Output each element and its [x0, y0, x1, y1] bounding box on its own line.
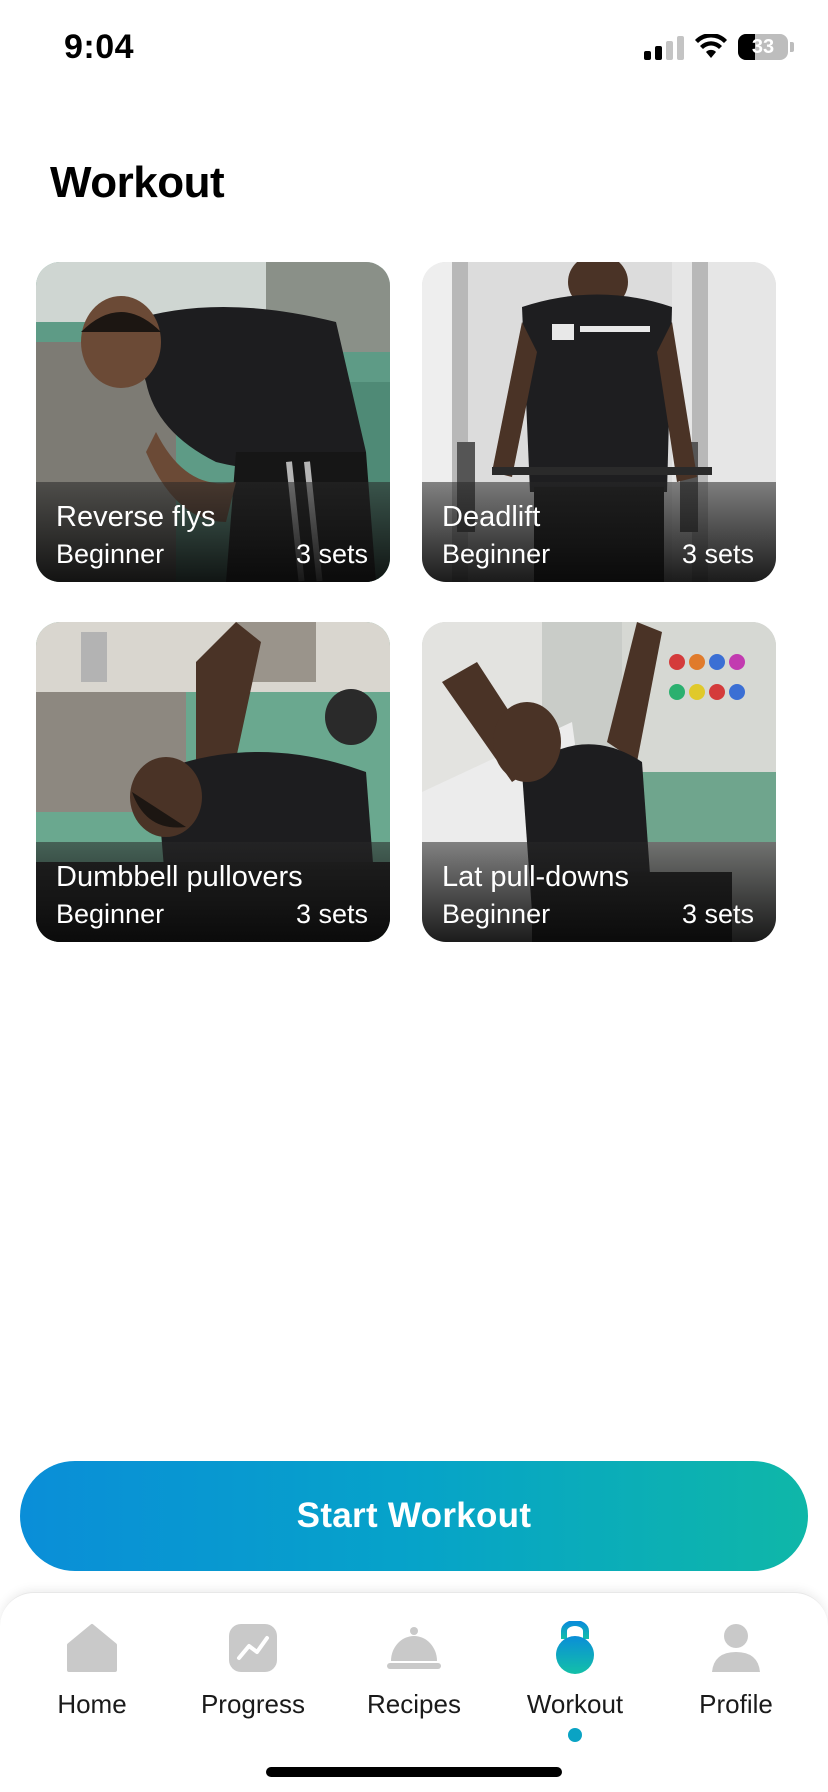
exercise-name: Lat pull-downs	[442, 861, 629, 893]
tab-workout[interactable]: Workout	[505, 1619, 645, 1742]
exercise-grid: Reverse flys Beginner 3 sets Deadlift Be…	[36, 262, 776, 942]
battery-icon: 33	[738, 34, 794, 60]
status-bar: 9:04 33	[0, 0, 828, 100]
cloche-icon	[387, 1627, 441, 1669]
status-time: 9:04	[64, 28, 135, 66]
exercise-sets: 3 sets	[681, 899, 754, 929]
exercise-sets: 3 sets	[681, 539, 754, 569]
exercise-level: Beginner	[442, 539, 551, 569]
exercise-sets: 3 sets	[295, 539, 368, 569]
exercise-sets: 3 sets	[295, 899, 368, 929]
tab-recipes[interactable]: Recipes	[344, 1619, 484, 1742]
tab-home[interactable]: Home	[22, 1619, 162, 1742]
tab-bar: Home Progress Recipes Workout Profile	[0, 1592, 828, 1792]
exercise-level: Beginner	[56, 899, 165, 929]
exercise-card[interactable]: Lat pull-downs Beginner 3 sets	[422, 622, 776, 942]
wifi-icon	[695, 34, 727, 58]
battery-percent: 33	[751, 36, 775, 58]
page-title: Workout	[50, 158, 225, 207]
tab-label: Workout	[526, 1689, 624, 1719]
person-icon	[712, 1624, 760, 1672]
active-tab-indicator	[568, 1728, 582, 1742]
chart-icon	[229, 1624, 277, 1672]
tab-progress[interactable]: Progress	[183, 1619, 323, 1742]
exercise-level: Beginner	[442, 899, 551, 929]
exercise-card[interactable]: Deadlift Beginner 3 sets	[422, 262, 776, 582]
exercise-card[interactable]: Reverse flys Beginner 3 sets	[36, 262, 390, 582]
exercise-name: Reverse flys	[56, 501, 216, 533]
tab-profile[interactable]: Profile	[666, 1619, 806, 1742]
tab-label: Progress	[200, 1689, 306, 1719]
tab-label: Recipes	[367, 1689, 461, 1719]
exercise-name: Deadlift	[442, 501, 541, 533]
start-workout-button[interactable]: Start Workout	[20, 1461, 808, 1571]
status-icons: 33	[644, 34, 794, 60]
home-indicator	[266, 1767, 562, 1777]
tab-label: Profile	[699, 1689, 773, 1719]
kettlebell-icon	[556, 1621, 594, 1674]
exercise-name: Dumbbell pullovers	[56, 861, 303, 893]
tab-label: Home	[57, 1689, 127, 1719]
cellular-signal-icon	[644, 34, 684, 60]
exercise-card[interactable]: Dumbbell pullovers Beginner 3 sets	[36, 622, 390, 942]
exercise-level: Beginner	[56, 539, 165, 569]
home-icon	[67, 1624, 117, 1672]
